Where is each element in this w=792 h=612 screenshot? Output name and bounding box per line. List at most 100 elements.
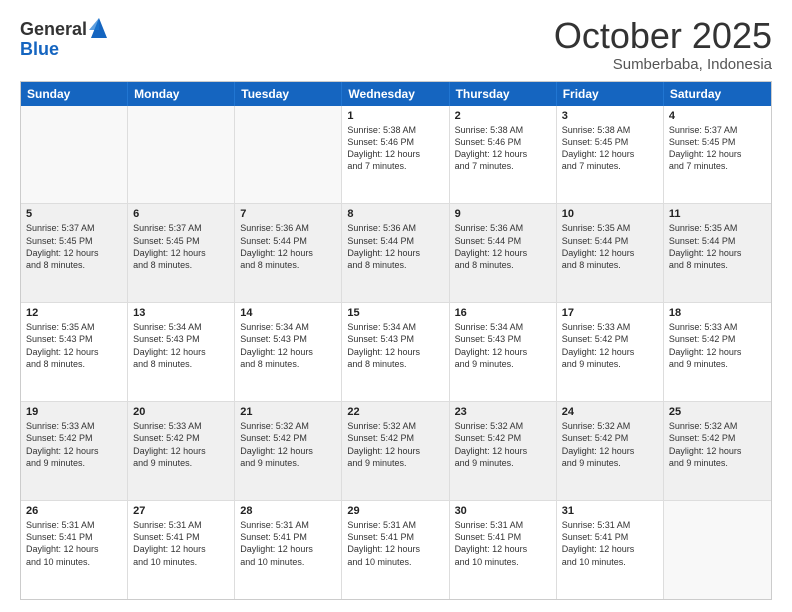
calendar-cell — [235, 106, 342, 204]
calendar-cell: 14 Sunrise: 5:34 AMSunset: 5:43 PMDayligh… — [235, 303, 342, 401]
calendar-cell: 24Sunrise: 5:32 AMSunset: 5:42 PMDayligh… — [557, 402, 664, 500]
cell-line: Sunrise: 5:34 AM — [240, 321, 336, 333]
cell-line: Sunset: 5:44 PM — [455, 235, 551, 247]
day-number: 14 — [240, 307, 336, 319]
calendar-cell: 27Sunrise: 5:31 AMSunset: 5:41 PMDayligh… — [128, 501, 235, 599]
cell-line: Daylight: 12 hours — [669, 346, 766, 358]
logo: General Blue — [20, 20, 109, 60]
header-day-saturday: Saturday — [664, 82, 771, 106]
cell-line: and 8 minutes. — [26, 358, 122, 370]
calendar-cell: 5Sunrise: 5:37 AMSunset: 5:45 PMDaylight… — [21, 204, 128, 302]
day-number: 7 — [240, 208, 336, 220]
cell-line: and 7 minutes. — [669, 160, 766, 172]
cell-line: Sunset: 5:44 PM — [562, 235, 658, 247]
calendar-cell: 1Sunrise: 5:38 AMSunset: 5:46 PMDaylight… — [342, 106, 449, 204]
calendar-cell: 16Sunrise: 5:34 AMSunset: 5:43 PMDayligh… — [450, 303, 557, 401]
cell-line: Sunrise: 5:33 AM — [26, 420, 122, 432]
calendar-cell: 15Sunrise: 5:34 AMSunset: 5:43 PMDayligh… — [342, 303, 449, 401]
day-number: 2 — [455, 110, 551, 122]
cell-line: and 9 minutes. — [669, 358, 766, 370]
cell-line: Sunrise: 5:37 AM — [669, 124, 766, 136]
cell-line: and 8 minutes. — [133, 259, 229, 271]
cell-line: and 7 minutes. — [455, 160, 551, 172]
logo-icon — [89, 16, 109, 40]
cell-line: Sunrise: 5:37 AM — [133, 222, 229, 234]
day-number: 11 — [669, 208, 766, 220]
cell-line: Daylight: 12 hours — [240, 346, 336, 358]
cell-line: and 7 minutes. — [347, 160, 443, 172]
cell-line: and 9 minutes. — [347, 457, 443, 469]
cell-line: Sunrise: 5:32 AM — [240, 420, 336, 432]
calendar-cell: 19Sunrise: 5:33 AMSunset: 5:42 PMDayligh… — [21, 402, 128, 500]
calendar-row-4: 19Sunrise: 5:33 AMSunset: 5:42 PMDayligh… — [21, 401, 771, 500]
calendar-cell — [21, 106, 128, 204]
cell-line: and 10 minutes. — [562, 556, 658, 568]
cell-line: and 7 minutes. — [562, 160, 658, 172]
day-number: 26 — [26, 505, 122, 517]
cell-line: Sunset: 5:46 PM — [455, 136, 551, 148]
cell-line: Sunset: 5:45 PM — [562, 136, 658, 148]
cell-line: Daylight: 12 hours — [26, 346, 122, 358]
cell-line: and 9 minutes. — [562, 358, 658, 370]
cell-line: Daylight: 12 hours — [455, 346, 551, 358]
calendar-cell: 23Sunrise: 5:32 AMSunset: 5:42 PMDayligh… — [450, 402, 557, 500]
calendar-cell: 22Sunrise: 5:32 AMSunset: 5:42 PMDayligh… — [342, 402, 449, 500]
cell-line: Sunset: 5:42 PM — [347, 432, 443, 444]
cell-line: Sunrise: 5:35 AM — [562, 222, 658, 234]
cell-line: Daylight: 12 hours — [133, 346, 229, 358]
calendar-cell: 12Sunrise: 5:35 AMSunset: 5:43 PMDayligh… — [21, 303, 128, 401]
calendar-body: 1Sunrise: 5:38 AMSunset: 5:46 PMDaylight… — [21, 106, 771, 599]
page: General Blue October 2025 Sumberbaba, In… — [0, 0, 792, 612]
cell-line: Daylight: 12 hours — [562, 445, 658, 457]
calendar-row-3: 12Sunrise: 5:35 AMSunset: 5:43 PMDayligh… — [21, 302, 771, 401]
cell-line: Sunset: 5:42 PM — [562, 432, 658, 444]
cell-line: Sunset: 5:41 PM — [26, 531, 122, 543]
calendar-row-2: 5Sunrise: 5:37 AMSunset: 5:45 PMDaylight… — [21, 203, 771, 302]
cell-line: Daylight: 12 hours — [133, 543, 229, 555]
day-number: 30 — [455, 505, 551, 517]
logo-general: General — [20, 20, 87, 40]
day-number: 16 — [455, 307, 551, 319]
cell-line: Sunrise: 5:36 AM — [455, 222, 551, 234]
cell-line: Sunset: 5:41 PM — [133, 531, 229, 543]
day-number: 31 — [562, 505, 658, 517]
day-number: 23 — [455, 406, 551, 418]
calendar-cell: 30Sunrise: 5:31 AMSunset: 5:41 PMDayligh… — [450, 501, 557, 599]
cell-line: Sunset: 5:43 PM — [240, 333, 336, 345]
calendar-cell: 31Sunrise: 5:31 AMSunset: 5:41 PMDayligh… — [557, 501, 664, 599]
calendar-cell: 4Sunrise: 5:37 AMSunset: 5:45 PMDaylight… — [664, 106, 771, 204]
day-number: 1 — [347, 110, 443, 122]
cell-line: Daylight: 12 hours — [562, 543, 658, 555]
calendar-cell: 17Sunrise: 5:33 AMSunset: 5:42 PMDayligh… — [557, 303, 664, 401]
cell-line: and 9 minutes. — [455, 457, 551, 469]
calendar-row-1: 1Sunrise: 5:38 AMSunset: 5:46 PMDaylight… — [21, 106, 771, 204]
header-day-wednesday: Wednesday — [342, 82, 449, 106]
cell-line: Sunset: 5:42 PM — [455, 432, 551, 444]
cell-line: Sunrise: 5:34 AM — [133, 321, 229, 333]
cell-line: Sunset: 5:42 PM — [669, 432, 766, 444]
cell-line: and 9 minutes. — [26, 457, 122, 469]
cell-line: Daylight: 12 hours — [26, 247, 122, 259]
cell-line: Daylight: 12 hours — [347, 543, 443, 555]
calendar-cell — [128, 106, 235, 204]
header-day-thursday: Thursday — [450, 82, 557, 106]
cell-line: Daylight: 12 hours — [26, 543, 122, 555]
cell-line: Sunset: 5:45 PM — [26, 235, 122, 247]
cell-line: Daylight: 12 hours — [455, 148, 551, 160]
cell-line: Sunset: 5:41 PM — [240, 531, 336, 543]
cell-line: Sunrise: 5:35 AM — [669, 222, 766, 234]
cell-line: Daylight: 12 hours — [240, 445, 336, 457]
cell-line: Sunset: 5:43 PM — [133, 333, 229, 345]
cell-line: Sunrise: 5:32 AM — [455, 420, 551, 432]
cell-line: Sunset: 5:43 PM — [455, 333, 551, 345]
calendar-cell: 20Sunrise: 5:33 AMSunset: 5:42 PMDayligh… — [128, 402, 235, 500]
cell-line: Sunset: 5:44 PM — [347, 235, 443, 247]
calendar-cell: 10Sunrise: 5:35 AMSunset: 5:44 PMDayligh… — [557, 204, 664, 302]
day-number: 4 — [669, 110, 766, 122]
header-day-tuesday: Tuesday — [235, 82, 342, 106]
logo-blue: Blue — [20, 40, 109, 60]
cell-line: Sunrise: 5:31 AM — [562, 519, 658, 531]
cell-line: Daylight: 12 hours — [240, 247, 336, 259]
cell-line: and 8 minutes. — [347, 358, 443, 370]
cell-line: Daylight: 12 hours — [347, 346, 443, 358]
